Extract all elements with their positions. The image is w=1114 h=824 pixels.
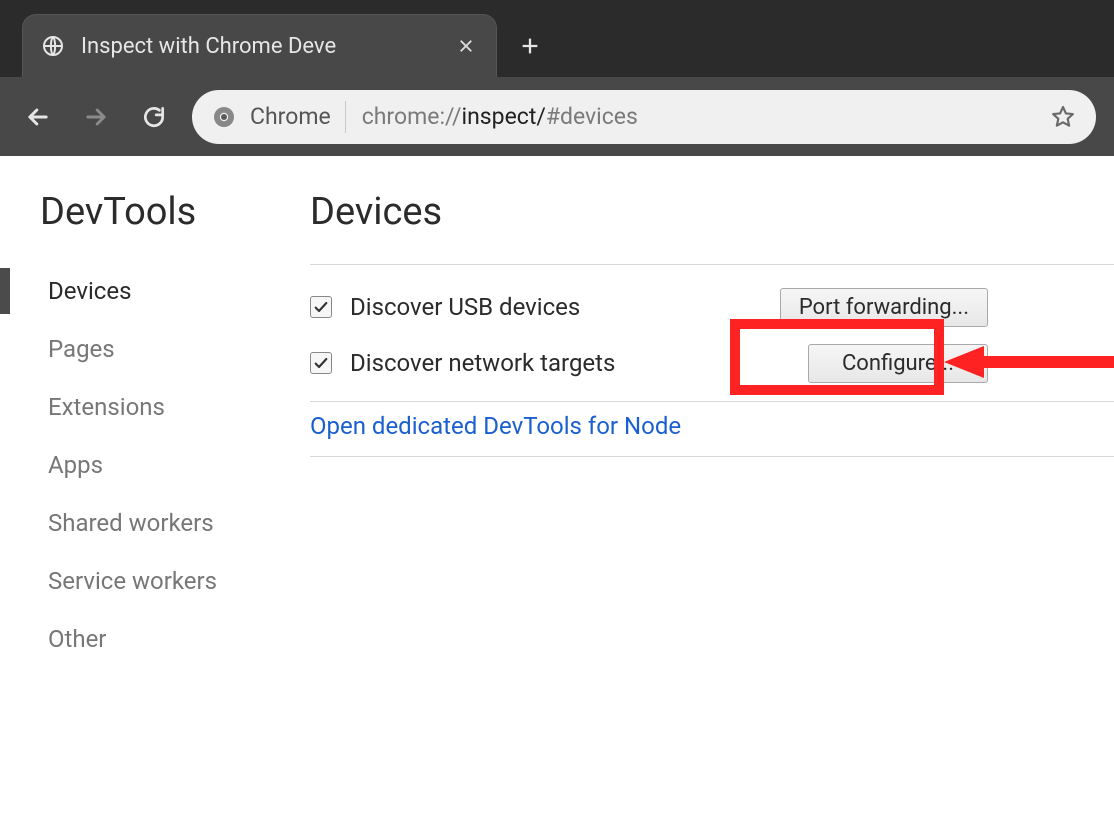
toolbar: Chrome chrome://inspect/#devices — [0, 77, 1114, 156]
url-hash: #devices — [546, 103, 638, 130]
sidebar-item-label: Service workers — [48, 567, 217, 595]
sidebar-item-label: Apps — [48, 451, 103, 479]
sidebar: DevTools Devices Pages Extensions Apps S… — [0, 156, 300, 668]
sidebar-item-label: Devices — [48, 277, 131, 305]
reload-button[interactable] — [134, 97, 174, 137]
address-bar[interactable]: Chrome chrome://inspect/#devices — [192, 90, 1096, 144]
separator — [345, 101, 346, 133]
address-url: chrome://inspect/#devices — [362, 103, 1048, 130]
address-scheme-label: Chrome — [250, 103, 331, 130]
configure-button[interactable]: Configure... — [808, 344, 988, 383]
sidebar-item-label: Shared workers — [48, 509, 214, 537]
page-title: Devices — [310, 190, 1114, 264]
sidebar-item-shared-workers[interactable]: Shared workers — [0, 494, 300, 552]
url-scheme: chrome:// — [362, 103, 462, 130]
sidebar-item-label: Other — [48, 625, 106, 653]
chrome-icon — [210, 103, 238, 131]
sidebar-list: Devices Pages Extensions Apps Shared wor… — [0, 262, 300, 668]
sidebar-item-devices[interactable]: Devices — [0, 262, 300, 320]
sidebar-item-extensions[interactable]: Extensions — [0, 378, 300, 436]
browser-tab[interactable]: Inspect with Chrome Deve — [22, 14, 497, 77]
open-node-devtools-link[interactable]: Open dedicated DevTools for Node — [310, 412, 681, 440]
browser-chrome: Inspect with Chrome Deve — [0, 0, 1114, 156]
sidebar-item-pages[interactable]: Pages — [0, 320, 300, 378]
discover-usb-label: Discover USB devices — [350, 293, 780, 321]
main-content: Devices Discover USB devices Port forwar… — [300, 156, 1114, 668]
discover-network-label: Discover network targets — [350, 349, 808, 377]
discover-network-checkbox[interactable] — [310, 352, 332, 374]
sidebar-item-label: Extensions — [48, 393, 165, 421]
page: DevTools Devices Pages Extensions Apps S… — [0, 156, 1114, 668]
tab-strip: Inspect with Chrome Deve — [0, 0, 1114, 77]
usb-row: Discover USB devices Port forwarding... — [310, 279, 1114, 335]
sidebar-item-apps[interactable]: Apps — [0, 436, 300, 494]
back-button[interactable] — [18, 97, 58, 137]
sidebar-item-label: Pages — [48, 335, 115, 363]
network-row: Discover network targets Configure... — [310, 335, 1114, 391]
sidebar-item-other[interactable]: Other — [0, 610, 300, 668]
tab-title: Inspect with Chrome Deve — [81, 34, 452, 59]
port-forwarding-button[interactable]: Port forwarding... — [780, 288, 988, 327]
sidebar-item-service-workers[interactable]: Service workers — [0, 552, 300, 610]
devices-options-section: Discover USB devices Port forwarding... … — [310, 264, 1114, 401]
new-tab-button[interactable] — [510, 26, 550, 66]
brand-title: DevTools — [0, 190, 300, 250]
discover-usb-checkbox[interactable] — [310, 296, 332, 318]
star-icon[interactable] — [1048, 102, 1078, 132]
forward-button[interactable] — [76, 97, 116, 137]
url-path: inspect/ — [462, 103, 546, 130]
globe-icon — [39, 32, 67, 60]
node-link-section: Open dedicated DevTools for Node — [310, 401, 1114, 457]
close-icon[interactable] — [452, 32, 480, 60]
